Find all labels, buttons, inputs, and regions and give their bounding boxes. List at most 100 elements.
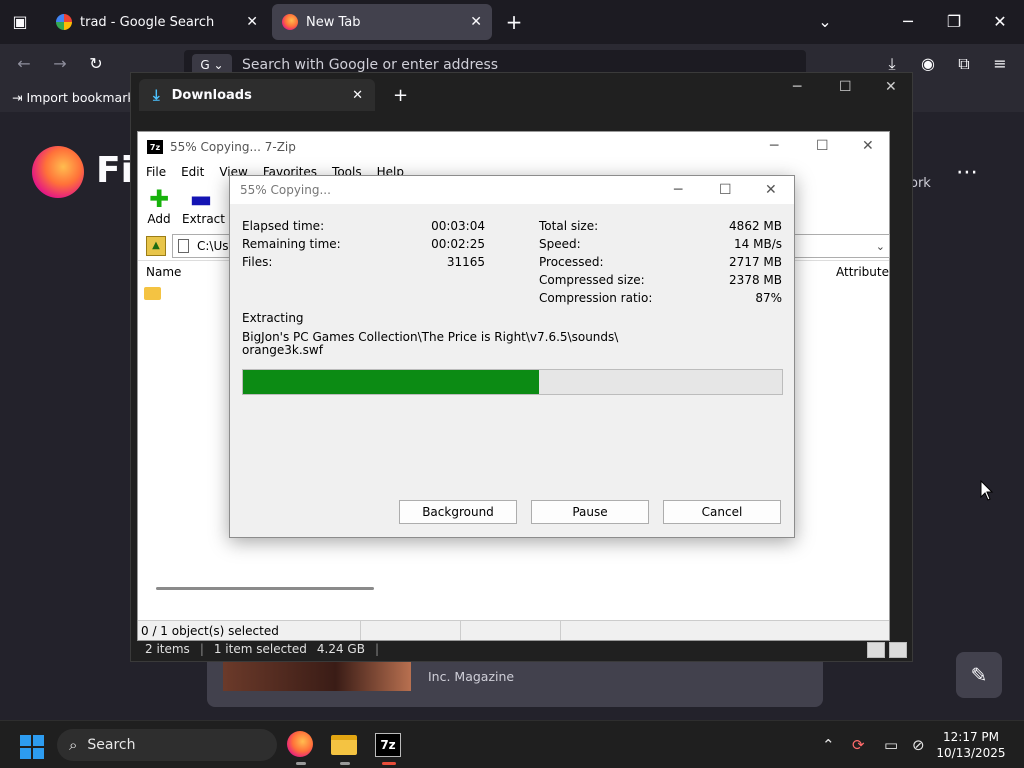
selection-size: 4.24 GB: [316, 642, 365, 656]
remaining-time-label: Remaining time:: [242, 237, 341, 251]
sync-alert-icon[interactable]: ⟳: [852, 736, 865, 754]
sevenzip-logo-icon: 7z: [147, 140, 163, 154]
new-tab-plus-icon[interactable]: +: [504, 12, 524, 32]
status-cell: [461, 621, 561, 640]
back-arrow-icon[interactable]: ←: [14, 54, 34, 74]
progress-bar-fill: [243, 370, 540, 394]
shortcut-label: ork: [910, 176, 931, 191]
files-value: 31165: [446, 255, 485, 269]
compressed-size-label: Compressed size:: [539, 273, 645, 287]
chevron-down-icon[interactable]: ⌄: [876, 235, 885, 259]
horizontal-scrollbar[interactable]: [156, 587, 374, 590]
taskbar-firefox[interactable]: [287, 731, 315, 765]
total-size-value: 4862 MB: [729, 219, 782, 233]
firefox-logo-icon: [32, 146, 84, 198]
folder-icon[interactable]: [144, 287, 161, 300]
firefox-favicon-icon: [282, 14, 298, 30]
compression-ratio-value: 87%: [755, 291, 782, 305]
details-view-icon[interactable]: [867, 642, 885, 658]
close-tab-icon[interactable]: ✕: [246, 14, 258, 30]
downloads-icon[interactable]: ⤓: [882, 54, 902, 74]
show-hidden-icons-chevron-icon[interactable]: ⌃: [822, 736, 835, 754]
tab-title: trad - Google Search: [80, 14, 215, 30]
up-folder-icon[interactable]: ▲: [146, 236, 166, 256]
new-tab-plus-icon[interactable]: +: [393, 85, 408, 106]
status-cell: [361, 621, 461, 640]
add-button[interactable]: ✚ Add: [146, 186, 172, 226]
operation-label: Extracting: [242, 311, 304, 325]
extensions-icon[interactable]: ⧉: [954, 54, 974, 74]
network-offline-icon[interactable]: ⊘: [912, 736, 925, 754]
running-indicator: [340, 762, 350, 765]
tiles-view-icon[interactable]: [889, 642, 907, 658]
close-tab-icon[interactable]: ✕: [470, 14, 482, 30]
dialog-title: 55% Copying...: [230, 176, 794, 204]
extract-label: Extract: [182, 212, 225, 226]
clock-date: 10/13/2025: [936, 746, 1006, 760]
minimize-icon[interactable]: ─: [770, 138, 778, 154]
story-source: Inc. Magazine: [428, 669, 515, 684]
import-bookmarks-label: Import bookmarks: [26, 90, 142, 105]
downloads-tab-title: Downloads: [171, 87, 252, 103]
processed-value: 2717 MB: [729, 255, 782, 269]
running-indicator: [382, 762, 396, 765]
tab-list-icon[interactable]: ▣: [10, 12, 30, 32]
menu-file[interactable]: File: [146, 162, 166, 182]
customize-pencil-icon[interactable]: ✎: [956, 652, 1002, 698]
minimize-icon[interactable]: ─: [793, 79, 801, 95]
close-window-icon[interactable]: ✕: [765, 182, 777, 198]
forward-arrow-icon[interactable]: →: [50, 54, 70, 74]
menu-edit[interactable]: Edit: [181, 162, 204, 182]
item-count: 2 items: [145, 642, 190, 656]
files-label: Files:: [242, 255, 273, 269]
remaining-time-value: 00:02:25: [431, 237, 485, 251]
account-icon[interactable]: ◉: [918, 54, 938, 74]
taskbar-file-explorer[interactable]: [331, 731, 359, 765]
taskbar-search[interactable]: ⌕ Search: [57, 729, 277, 761]
taskbar: ⌕ Search 7z ⌃ ⟳ ▭ ⊘ 12:17 PM 10/13/2025: [0, 720, 1024, 768]
close-tab-icon[interactable]: ✕: [352, 88, 363, 103]
story-card[interactable]: Inc. Magazine: [207, 655, 823, 707]
sevenzip-logo-icon: 7z: [375, 733, 401, 757]
minimize-icon[interactable]: ─: [898, 12, 918, 32]
restore-icon[interactable]: ❐: [944, 12, 964, 32]
close-window-icon[interactable]: ✕: [990, 12, 1010, 32]
browser-tab-bar: ▣ trad - Google Search ✕ New Tab ✕ + ⌄ ─…: [0, 0, 1024, 44]
maximize-icon[interactable]: ☐: [839, 79, 852, 95]
start-windows-icon[interactable]: [20, 735, 44, 759]
extract-button[interactable]: ▬ Extract: [182, 186, 225, 226]
more-options-icon[interactable]: ⋯: [956, 160, 978, 185]
tab-new-tab[interactable]: New Tab ✕: [272, 4, 492, 40]
maximize-icon[interactable]: ☐: [816, 138, 829, 154]
column-attributes[interactable]: Attribute: [836, 265, 889, 279]
firefox-wordmark: Fi: [96, 150, 133, 191]
column-name[interactable]: Name: [146, 265, 181, 279]
menu-hamburger-icon[interactable]: ≡: [990, 54, 1010, 74]
speed-label: Speed:: [539, 237, 581, 251]
background-button[interactable]: Background: [399, 500, 517, 524]
sevenzip-title: 55% Copying... 7-Zip: [170, 140, 296, 154]
taskbar-7zip[interactable]: 7z: [375, 731, 403, 765]
close-window-icon[interactable]: ✕: [862, 138, 874, 154]
speed-value: 14 MB/s: [734, 237, 782, 251]
status-separator: |: [199, 642, 204, 656]
tab-google-search[interactable]: trad - Google Search ✕: [46, 4, 268, 40]
downloads-tab[interactable]: ⤓ Downloads ✕: [139, 79, 375, 111]
taskbar-clock[interactable]: 12:17 PM 10/13/2025: [930, 729, 1012, 761]
running-indicator: [296, 762, 306, 765]
maximize-icon[interactable]: ☐: [719, 182, 732, 198]
selection-count: 1 item selected: [213, 642, 307, 656]
display-icon[interactable]: ▭: [884, 736, 898, 754]
compression-ratio-label: Compression ratio:: [539, 291, 653, 305]
folder-icon: [331, 735, 357, 755]
copy-progress-dialog: 55% Copying... ─ ☐ ✕ Elapsed time: 00:03…: [229, 175, 795, 538]
reload-icon[interactable]: ↻: [86, 54, 106, 74]
list-all-tabs-chevron-icon[interactable]: ⌄: [815, 12, 835, 32]
url-placeholder: Search with Google or enter address: [242, 57, 499, 73]
minimize-icon[interactable]: ─: [674, 182, 682, 198]
import-bookmarks-link[interactable]: ⇥ Import bookmarks: [12, 90, 141, 105]
cancel-button[interactable]: Cancel: [663, 500, 781, 524]
close-window-icon[interactable]: ✕: [885, 79, 897, 95]
selection-status: 0 / 1 object(s) selected: [141, 621, 361, 640]
pause-button[interactable]: Pause: [531, 500, 649, 524]
